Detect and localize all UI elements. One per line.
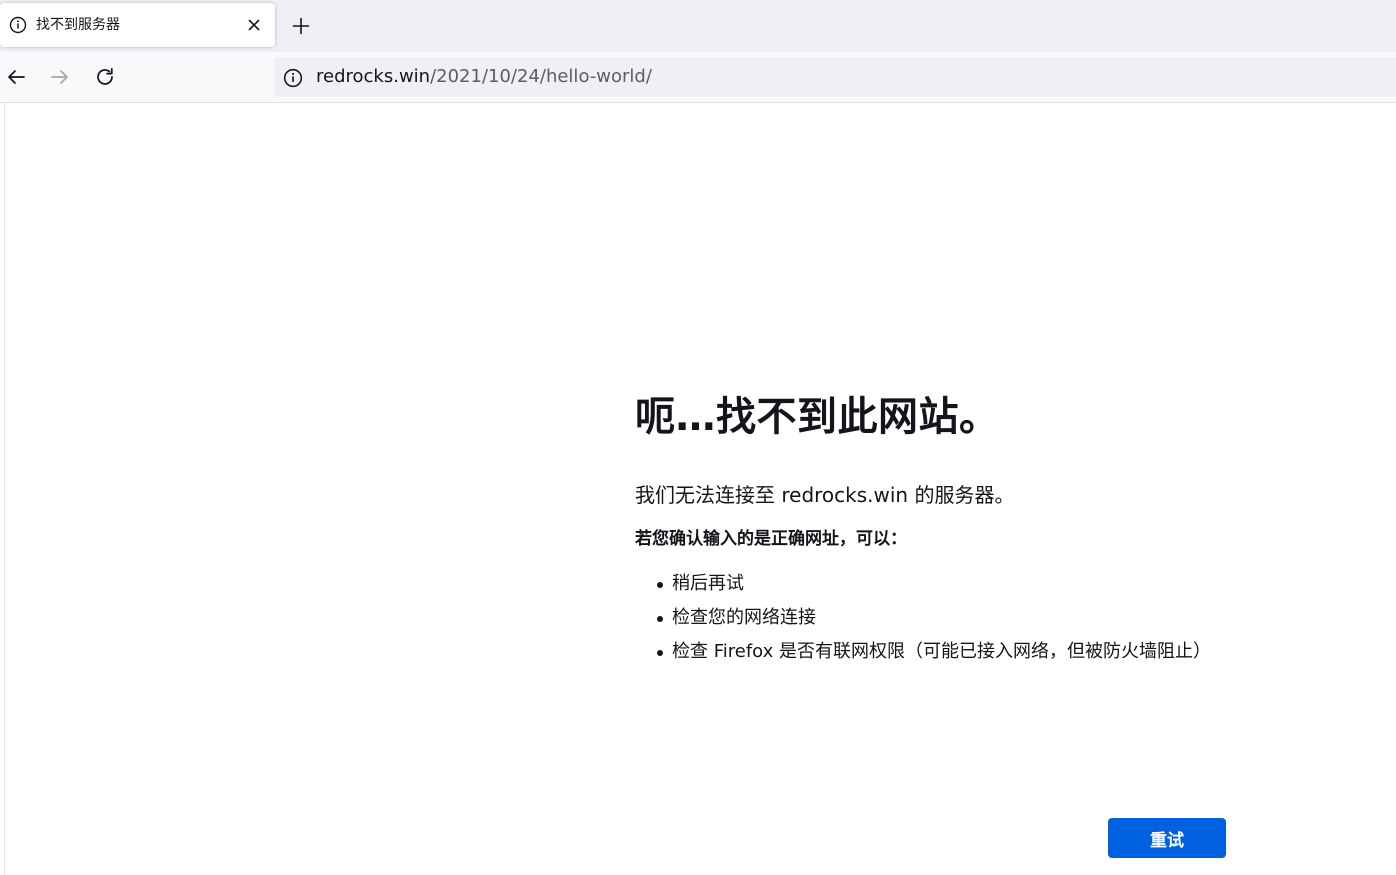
page-content: 呃…找不到此网站。 我们无法连接至 redrocks.win 的服务器。 若您确… — [4, 103, 1396, 875]
plus-icon[interactable] — [289, 14, 313, 38]
url-bar[interactable]: redrocks.win/2021/10/24/hello-world/ — [274, 57, 1396, 97]
url-host: redrocks.win — [316, 66, 431, 87]
info-circle-icon[interactable] — [283, 68, 303, 88]
suggestion-list: 稍后再试 检查您的网络连接 检查 Firefox 是否有联网权限（可能已接入网络… — [635, 567, 1235, 669]
info-circle-icon — [9, 16, 27, 34]
reload-icon[interactable] — [94, 66, 116, 88]
tab-title: 找不到服务器 — [36, 17, 120, 33]
tab-strip: 找不到服务器 — [0, 0, 1396, 52]
error-description: 我们无法连接至 redrocks.win 的服务器。 — [635, 483, 1015, 507]
error-hint: 若您确认输入的是正确网址，可以： — [635, 529, 907, 549]
tab-active[interactable]: 找不到服务器 — [0, 3, 275, 47]
retry-button[interactable]: 重试 — [1108, 818, 1226, 858]
error-container: 呃…找不到此网站。 我们无法连接至 redrocks.win 的服务器。 若您确… — [635, 391, 1235, 858]
suggestion-item: 稍后再试 — [635, 567, 1235, 601]
url-text[interactable]: redrocks.win/2021/10/24/hello-world/ — [316, 66, 652, 88]
suggestion-item: 检查您的网络连接 — [635, 601, 1235, 635]
url-path: /2021/10/24/hello-world/ — [430, 66, 652, 87]
navigation-toolbar: redrocks.win/2021/10/24/hello-world/ — [0, 52, 1396, 103]
suggestion-item: 检查 Firefox 是否有联网权限（可能已接入网络，但被防火墙阻止） — [635, 635, 1235, 669]
forward-arrow-icon[interactable] — [49, 66, 71, 88]
close-icon[interactable] — [244, 15, 264, 35]
error-title: 呃…找不到此网站。 — [635, 394, 1000, 440]
back-arrow-icon[interactable] — [5, 66, 27, 88]
